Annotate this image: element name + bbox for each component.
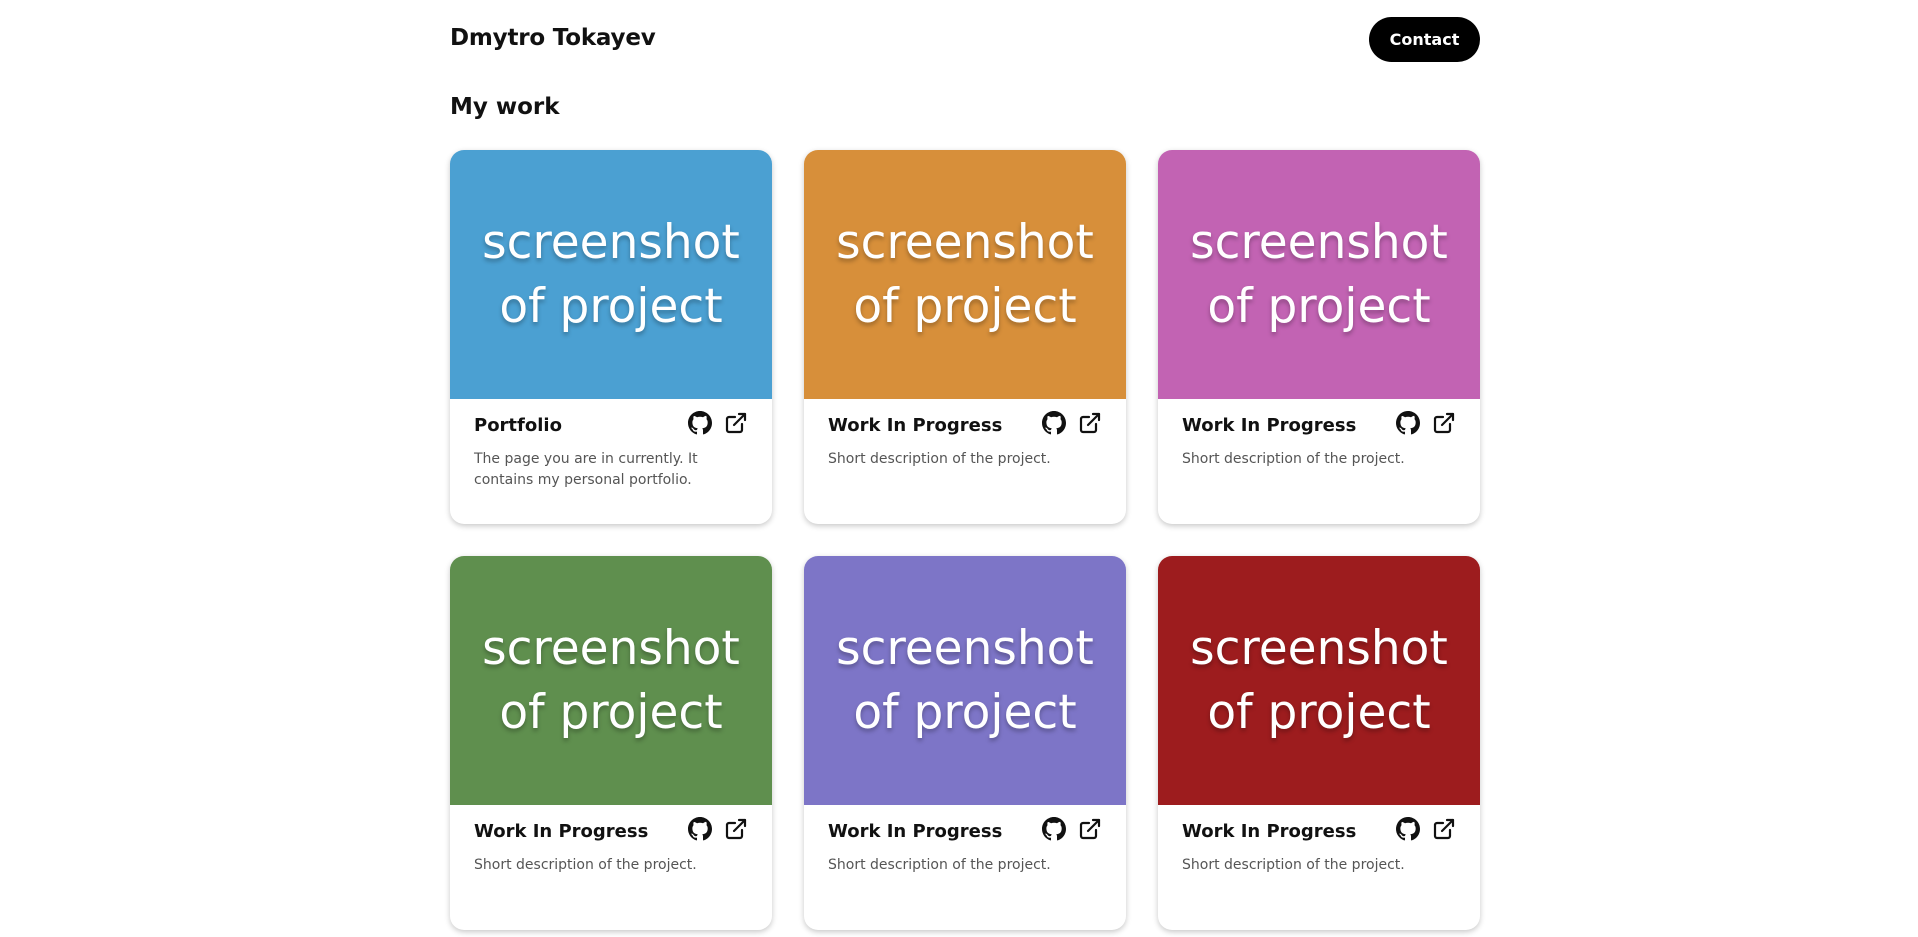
screenshot-placeholder-text: screenshot of project (482, 214, 740, 334)
project-card: screenshot of project Portfolio The page… (450, 150, 772, 524)
section-title: My work (450, 94, 560, 120)
project-screenshot-placeholder: screenshot of project (450, 556, 772, 805)
project-card: screenshot of project Work In Progress S… (804, 150, 1126, 524)
project-title: Work In Progress (828, 415, 1003, 436)
project-screenshot-placeholder: screenshot of project (450, 150, 772, 399)
site-header: Dmytro Tokayev Contact (450, 0, 1480, 80)
project-screenshot-placeholder: screenshot of project (804, 556, 1126, 805)
github-icon[interactable] (688, 411, 712, 435)
project-card: screenshot of project Work In Progress S… (450, 556, 772, 930)
screenshot-placeholder-text: screenshot of project (1190, 214, 1448, 334)
project-description: Short description of the project. (474, 857, 697, 873)
project-title: Portfolio (474, 415, 562, 436)
project-card: screenshot of project Work In Progress S… (804, 556, 1126, 930)
card-links (1396, 817, 1456, 841)
screenshot-placeholder-text: screenshot of project (482, 620, 740, 740)
screenshot-placeholder-text: screenshot of project (836, 620, 1094, 740)
project-card: screenshot of project Work In Progress S… (1158, 556, 1480, 930)
github-icon[interactable] (688, 817, 712, 841)
external-link-icon[interactable] (1078, 817, 1102, 841)
screenshot-placeholder-text: screenshot of project (836, 214, 1094, 334)
github-icon[interactable] (1396, 411, 1420, 435)
card-links (1042, 817, 1102, 841)
external-link-icon[interactable] (724, 817, 748, 841)
external-link-icon[interactable] (1078, 411, 1102, 435)
page-container: Dmytro Tokayev Contact My work screensho… (450, 0, 1480, 930)
project-title: Work In Progress (1182, 415, 1357, 436)
external-link-icon[interactable] (724, 411, 748, 435)
project-description: Short description of the project. (828, 451, 1051, 467)
project-screenshot-placeholder: screenshot of project (1158, 150, 1480, 399)
site-title: Dmytro Tokayev (450, 25, 656, 51)
github-icon[interactable] (1042, 817, 1066, 841)
external-link-icon[interactable] (1432, 817, 1456, 841)
github-icon[interactable] (1042, 411, 1066, 435)
project-description: The page you are in currently. It contai… (474, 451, 698, 488)
external-link-icon[interactable] (1432, 411, 1456, 435)
card-links (688, 411, 748, 435)
card-links (688, 817, 748, 841)
screenshot-placeholder-text: screenshot of project (1190, 620, 1448, 740)
projects-grid: screenshot of project Portfolio The page… (450, 150, 1480, 930)
project-title: Work In Progress (828, 821, 1003, 842)
project-screenshot-placeholder: screenshot of project (804, 150, 1126, 399)
project-screenshot-placeholder: screenshot of project (1158, 556, 1480, 805)
card-links (1042, 411, 1102, 435)
project-title: Work In Progress (1182, 821, 1357, 842)
project-description: Short description of the project. (1182, 451, 1405, 467)
project-description: Short description of the project. (828, 857, 1051, 873)
card-links (1396, 411, 1456, 435)
project-title: Work In Progress (474, 821, 649, 842)
project-description: Short description of the project. (1182, 857, 1405, 873)
project-card: screenshot of project Work In Progress S… (1158, 150, 1480, 524)
github-icon[interactable] (1396, 817, 1420, 841)
contact-button[interactable]: Contact (1369, 17, 1480, 62)
